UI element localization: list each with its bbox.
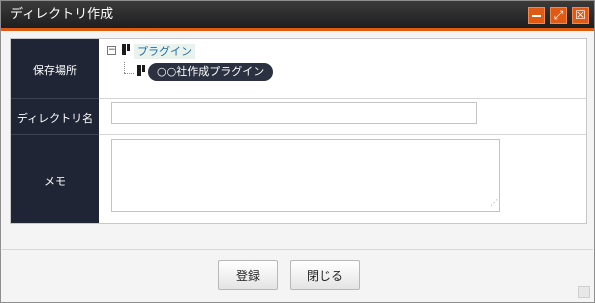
tree-connector <box>124 73 134 74</box>
close-window-button[interactable]: ☒ <box>572 7 589 24</box>
close-button[interactable]: 閉じる <box>290 260 360 290</box>
label-divider <box>11 134 99 135</box>
directory-name-input[interactable] <box>111 102 477 124</box>
window-title: ディレクトリ作成 <box>10 7 114 22</box>
window-resize-grip-icon[interactable] <box>578 286 590 298</box>
label-divider <box>11 98 99 99</box>
directory-form: 保存場所 ディレクトリ名 メモ − プラグイン ○○社作成プラグイン ⋰ <box>10 38 587 224</box>
tree-node-plugin[interactable]: プラグイン <box>134 44 195 59</box>
folder-icon <box>137 65 146 76</box>
title-bar[interactable]: ディレクトリ作成 ⤢ ☒ <box>1 1 594 31</box>
location-tree: − プラグイン ○○社作成プラグイン <box>107 44 307 94</box>
folder-icon <box>122 44 131 55</box>
footer-divider <box>2 249 593 250</box>
tree-connector <box>124 62 125 73</box>
location-label: 保存場所 <box>33 64 77 77</box>
dialog-window: ディレクトリ作成 ⤢ ☒ 保存場所 ディレクトリ名 メモ − プラグイン ○○社… <box>0 0 595 303</box>
close-icon: ☒ <box>575 8 586 22</box>
maximize-icon: ⤢ <box>553 8 564 22</box>
tree-collapse-toggle[interactable]: − <box>107 46 116 55</box>
register-button[interactable]: 登録 <box>218 260 278 290</box>
maximize-button[interactable]: ⤢ <box>550 7 567 24</box>
resize-grip-icon[interactable]: ⋰ <box>488 199 498 209</box>
minimize-button[interactable] <box>528 7 545 24</box>
tree-node-company-plugin[interactable]: ○○社作成プラグイン <box>148 63 274 81</box>
memo-textarea[interactable] <box>111 139 500 212</box>
memo-label: メモ <box>44 175 66 188</box>
directory-name-label: ディレクトリ名 <box>16 112 94 125</box>
